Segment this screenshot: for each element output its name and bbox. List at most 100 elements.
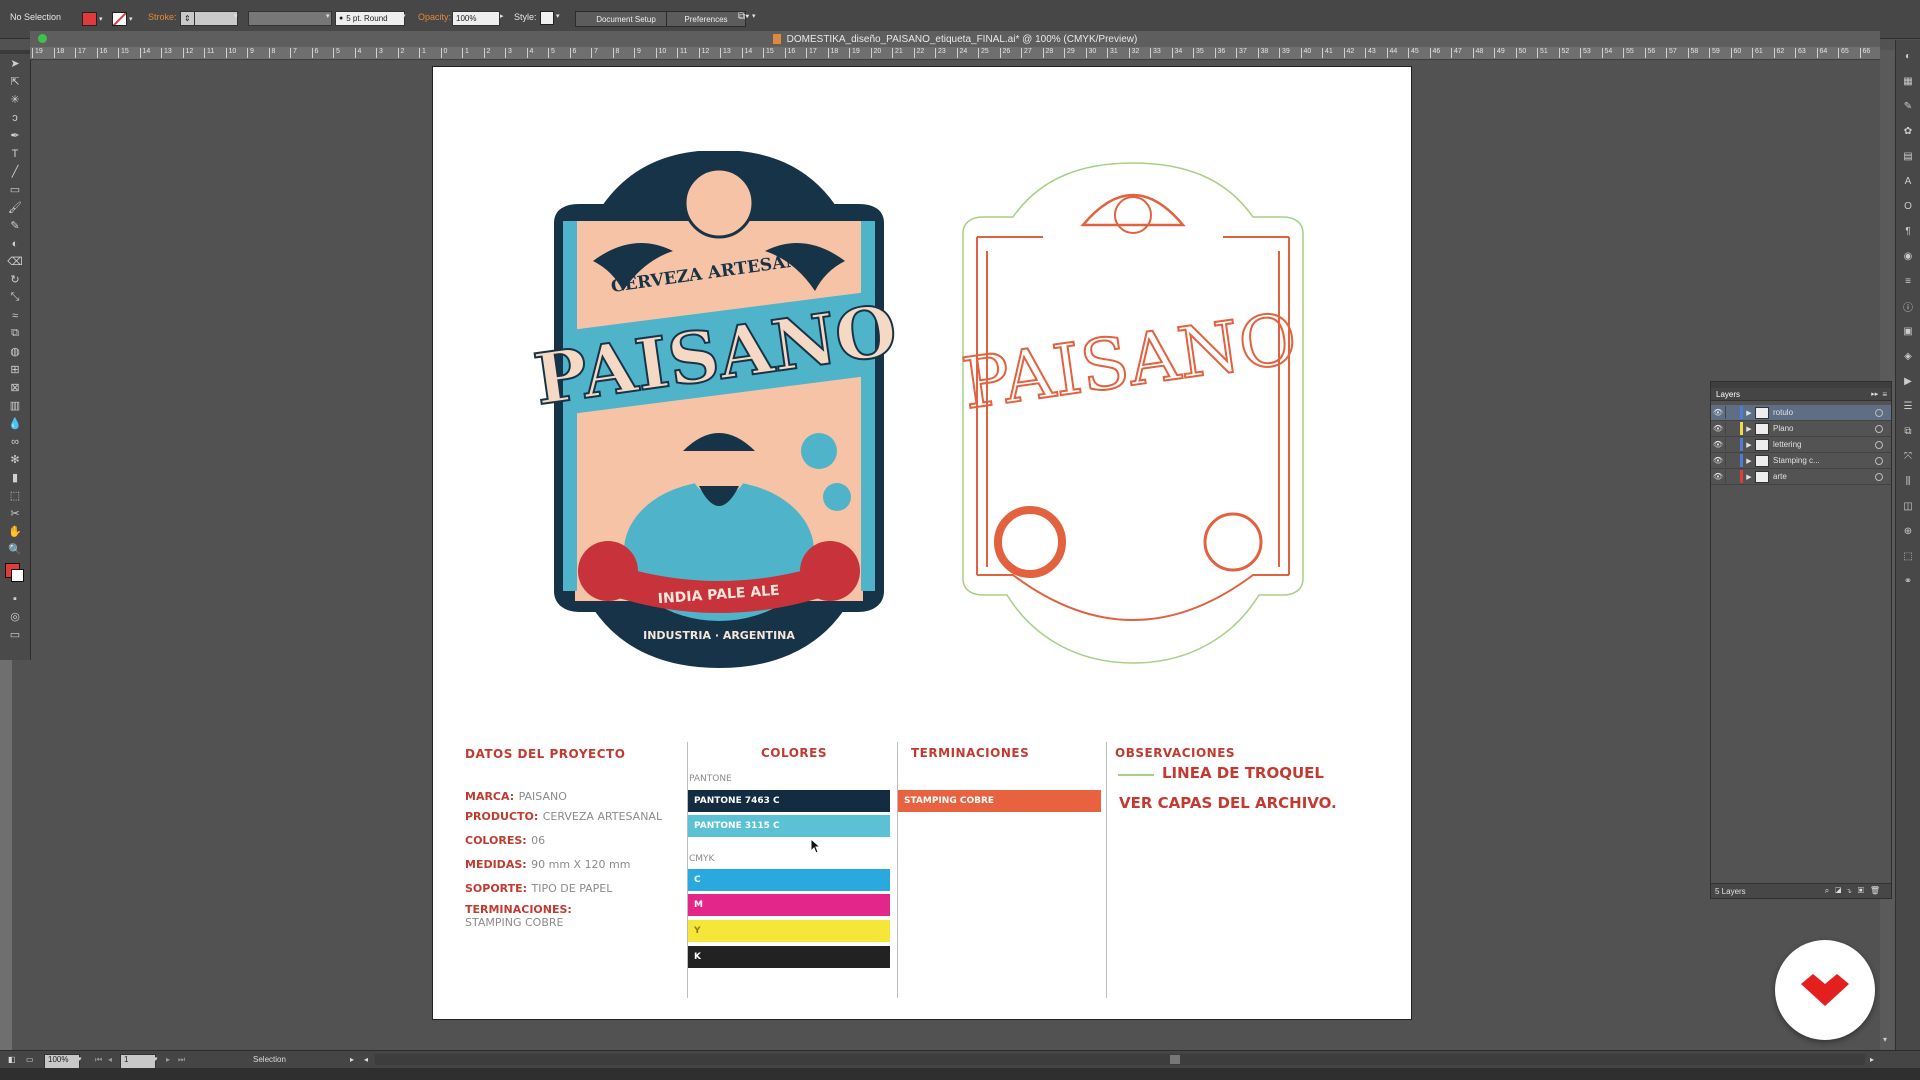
new-sublayer-icon[interactable]: ⤵ bbox=[1847, 886, 1857, 895]
arrange-documents-icon[interactable]: ⧉▾ bbox=[738, 11, 749, 22]
visibility-eye-icon[interactable]: 👁 bbox=[1711, 440, 1725, 449]
preferences-button[interactable]: Preferences bbox=[666, 11, 746, 27]
transform-panel-icon[interactable]: ⤧ bbox=[1899, 448, 1917, 465]
graphic-styles-icon[interactable]: ◈ bbox=[1899, 348, 1917, 365]
rectangle-tool[interactable]: ▭ bbox=[4, 181, 26, 198]
layer-target-icon[interactable] bbox=[1875, 424, 1883, 433]
shape-builder-tool[interactable]: ◍ bbox=[4, 343, 26, 360]
stroke-panel-icon[interactable]: ≡ bbox=[1899, 273, 1917, 290]
expand-layer-icon[interactable]: ▶ bbox=[1743, 473, 1755, 481]
layer-row[interactable]: 👁 ▶ arte bbox=[1711, 469, 1891, 485]
blob-brush-tool[interactable]: ◐ bbox=[4, 235, 26, 252]
last-artboard-icon[interactable]: ⏭ bbox=[178, 1055, 185, 1065]
asset-export-icon[interactable]: ⬚ bbox=[1899, 548, 1917, 565]
new-layer-icon[interactable]: ▣ bbox=[1858, 886, 1870, 895]
horizontal-scroll-thumb[interactable] bbox=[1170, 1055, 1180, 1064]
tools-panel-grip[interactable] bbox=[0, 50, 30, 54]
brush-dropdown[interactable]: ● 5 pt. Round bbox=[335, 11, 405, 26]
slice-tool[interactable]: ✂ bbox=[4, 505, 26, 522]
zoom-tool[interactable]: 🔍 bbox=[4, 541, 26, 558]
artboard-tool[interactable]: ⬚ bbox=[4, 487, 26, 504]
column-graph-tool[interactable]: ▮ bbox=[4, 469, 26, 486]
variable-width-dropdown[interactable] bbox=[248, 11, 332, 26]
lasso-tool[interactable]: ↄ bbox=[4, 109, 26, 126]
pantone-swatch-3115[interactable]: PANTONE 3115 C bbox=[688, 815, 890, 837]
navigator-panel-icon[interactable]: ⊕ bbox=[1899, 523, 1917, 540]
screen-toggle-icon[interactable]: ▭ bbox=[26, 1055, 34, 1064]
document-info-icon[interactable]: ⓘ bbox=[1899, 298, 1917, 315]
artboard[interactable]: CERVEZA ARTESANAL PAISANO INDIA PALE ALE… bbox=[432, 66, 1412, 1020]
cmyk-swatch-m[interactable]: M bbox=[688, 894, 890, 916]
lock-toggle[interactable] bbox=[1725, 422, 1740, 435]
label-dieline-preview[interactable]: PAISANO bbox=[943, 155, 1323, 675]
layers-menu-icon[interactable]: ≡ bbox=[1882, 390, 1891, 399]
brush-chevron-icon[interactable]: ▾ bbox=[402, 12, 406, 20]
brushes-panel-icon[interactable]: ✎ bbox=[1899, 98, 1917, 115]
style-swatch[interactable] bbox=[540, 11, 554, 25]
stroke-weight-dropdown-icon[interactable]: ▾ bbox=[234, 12, 238, 20]
opacity-input[interactable]: 100% bbox=[452, 11, 500, 26]
magic-wand-tool[interactable]: ✳ bbox=[4, 91, 26, 108]
character-panel-icon[interactable]: A bbox=[1899, 173, 1917, 190]
zoom-dropdown-icon[interactable]: ▾ bbox=[78, 1055, 82, 1063]
zoom-field[interactable]: 100% bbox=[44, 1054, 80, 1069]
visibility-eye-icon[interactable]: 👁 bbox=[1711, 472, 1725, 481]
scroll-right-icon[interactable]: ▸ bbox=[1870, 1055, 1874, 1064]
perspective-grid-tool[interactable]: ⊞ bbox=[4, 361, 26, 378]
scale-tool[interactable]: ⤡ bbox=[4, 289, 26, 306]
layer-name[interactable]: rotulo bbox=[1773, 408, 1793, 417]
visibility-eye-icon[interactable]: 👁 bbox=[1711, 456, 1725, 465]
layers-panel-tab[interactable]: Layers bbox=[1711, 390, 1740, 399]
swatches-panel-icon[interactable]: ▦ bbox=[1899, 73, 1917, 90]
scroll-left-icon[interactable]: ◂ bbox=[364, 1055, 368, 1064]
layer-row[interactable]: 👁 ▶ Stamping c... bbox=[1711, 453, 1891, 469]
stroke-swatch[interactable]: ▾ bbox=[112, 12, 133, 26]
label-illustration-color[interactable]: CERVEZA ARTESANAL PAISANO INDIA PALE ALE… bbox=[523, 151, 915, 671]
scroll-down-icon[interactable]: ▾ bbox=[1883, 1035, 1887, 1044]
symbol-sprayer-tool[interactable]: ✻ bbox=[4, 451, 26, 468]
fill-swatch[interactable]: ▾ bbox=[82, 12, 103, 26]
lock-toggle[interactable] bbox=[1725, 470, 1740, 483]
rotate-tool[interactable]: ↻ bbox=[4, 271, 26, 288]
opacity-label[interactable]: Opacity: bbox=[418, 12, 451, 22]
stamping-cobre-swatch[interactable]: STAMPING COBRE bbox=[898, 790, 1101, 812]
layer-row[interactable]: 👁 ▶ Plano bbox=[1711, 421, 1891, 437]
layer-row[interactable]: 👁 ▶ lettering bbox=[1711, 437, 1891, 453]
status-menu-arrow-icon[interactable]: ▸ bbox=[350, 1055, 354, 1064]
appearance-panel-icon[interactable]: ◉ bbox=[1899, 248, 1917, 265]
eraser-tool[interactable]: ⌫ bbox=[4, 253, 26, 270]
pathfinder-panel-icon[interactable]: ◫ bbox=[1899, 498, 1917, 515]
stroke-label[interactable]: Stroke: bbox=[148, 12, 177, 22]
fill-stroke-indicator[interactable] bbox=[0, 559, 30, 589]
document-tab[interactable]: DOMESTIKA_diseño_PAISANO_etiqueta_FINAL.… bbox=[30, 31, 1880, 48]
collapse-panel-icon[interactable]: ▸▸ bbox=[1871, 390, 1882, 398]
color-panel-icon[interactable]: ◐ bbox=[1899, 48, 1917, 65]
selection-tool[interactable]: ➤ bbox=[4, 55, 26, 72]
layer-target-icon[interactable] bbox=[1875, 456, 1883, 465]
type-tool[interactable]: T bbox=[4, 145, 26, 162]
layer-row[interactable]: 👁 ▶ rotulo bbox=[1711, 405, 1891, 421]
visibility-eye-icon[interactable]: 👁 bbox=[1711, 424, 1725, 433]
hand-tool[interactable]: ✋ bbox=[4, 523, 26, 540]
actions-panel-icon[interactable]: ▶ bbox=[1899, 373, 1917, 390]
delete-layer-icon[interactable]: 🗑 bbox=[1870, 886, 1886, 895]
cmyk-swatch-c[interactable]: C bbox=[688, 869, 890, 891]
window-maximize-icon[interactable] bbox=[38, 34, 47, 43]
color-mode-icon[interactable]: ▪ bbox=[4, 590, 26, 607]
cmyk-swatch-k[interactable]: K bbox=[688, 946, 890, 968]
pen-tool[interactable]: ✒ bbox=[4, 127, 26, 144]
status-icon[interactable]: ◧ bbox=[8, 1055, 16, 1064]
screen-mode-icon[interactable]: ▭ bbox=[4, 626, 26, 643]
eyedropper-tool[interactable]: 💧 bbox=[4, 415, 26, 432]
vertical-ruler[interactable] bbox=[0, 660, 12, 1060]
direct-selection-tool[interactable]: ⇱ bbox=[4, 73, 26, 90]
pantone-swatch-7463[interactable]: PANTONE 7463 C bbox=[688, 790, 890, 812]
artboard-dropdown-icon[interactable]: ▾ bbox=[154, 1055, 158, 1063]
horizontal-scrollbar[interactable] bbox=[375, 1054, 1865, 1065]
layer-target-icon[interactable] bbox=[1875, 408, 1883, 417]
gradient-tool[interactable]: ▥ bbox=[4, 397, 26, 414]
links-panel-icon[interactable]: ⚭ bbox=[1899, 573, 1917, 590]
free-transform-tool[interactable]: ⧉ bbox=[4, 325, 26, 342]
align-panel-icon[interactable]: ⫼ bbox=[1899, 473, 1917, 490]
layer-target-icon[interactable] bbox=[1875, 472, 1883, 481]
